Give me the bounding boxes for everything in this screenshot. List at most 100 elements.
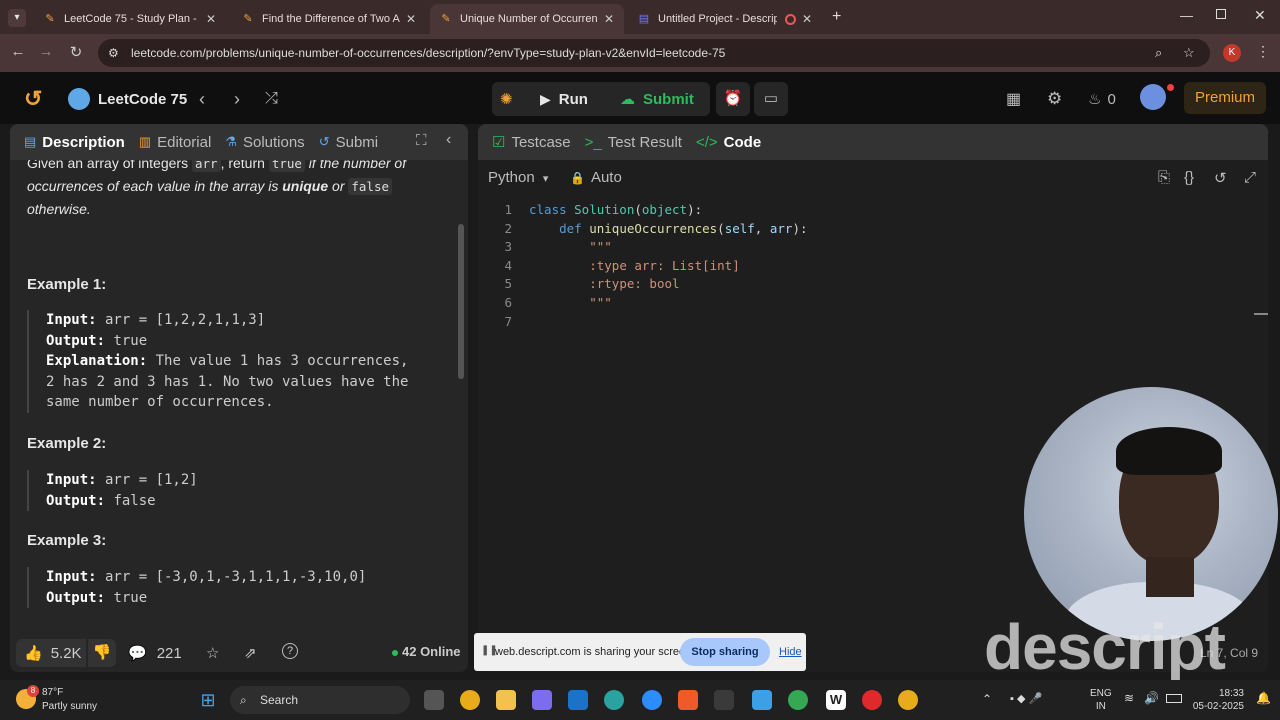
- language-select[interactable]: Python ▾: [488, 169, 548, 186]
- stop-sharing-button[interactable]: Stop sharing: [680, 638, 770, 666]
- bookmark-icon[interactable]: ⎘: [1158, 169, 1170, 186]
- chrome-icon[interactable]: [788, 690, 808, 710]
- back-icon[interactable]: ←: [8, 43, 28, 60]
- word-icon[interactable]: W: [826, 690, 846, 710]
- code-line[interactable]: 6 """: [478, 295, 1258, 314]
- hide-link[interactable]: Hide: [779, 646, 802, 658]
- zoom-icon[interactable]: [642, 690, 662, 710]
- debug-icon[interactable]: ✺: [500, 84, 513, 114]
- browser-tab-active[interactable]: ✎ Unique Number of Occurrences ✕: [430, 4, 624, 34]
- language-indicator[interactable]: ENG IN: [1090, 687, 1112, 713]
- bookmark-star-icon[interactable]: ☆: [1183, 39, 1195, 67]
- expand-icon[interactable]: ⛶: [416, 132, 427, 149]
- chrome-icon[interactable]: [460, 690, 480, 710]
- close-icon[interactable]: ✕: [604, 12, 614, 26]
- example-block: Input: arr = [-3,0,1,-3,1,1,1,-3,10,0] O…: [27, 567, 447, 609]
- tab-code[interactable]: </> Code: [696, 134, 761, 151]
- close-icon[interactable]: ✕: [406, 12, 416, 26]
- study-plan-link[interactable]: LeetCode 75: [68, 84, 187, 114]
- code-line[interactable]: 5 :rtype: bool: [478, 276, 1258, 295]
- close-window-icon[interactable]: ✕: [1254, 7, 1266, 24]
- close-icon[interactable]: ✕: [206, 12, 216, 26]
- user-avatar[interactable]: [1140, 84, 1166, 110]
- settings-gear-icon[interactable]: ⚙: [1047, 84, 1062, 114]
- share-icon[interactable]: ⇗: [244, 644, 257, 662]
- task-view-icon[interactable]: [424, 690, 444, 710]
- temperature: 87°F: [42, 687, 64, 698]
- timer-button[interactable]: ⏰: [716, 82, 750, 116]
- tab-submissions[interactable]: ↺ Submi: [319, 134, 378, 151]
- weather-widget[interactable]: 8 87°F Partly sunny: [16, 685, 126, 715]
- description-scrollbar[interactable]: [458, 224, 464, 379]
- browser-menu-icon[interactable]: ⋮: [1256, 43, 1270, 60]
- browser-tab[interactable]: ▤ Untitled Project - Descript ✕: [628, 4, 822, 34]
- clock[interactable]: 18:33 05-02-2025: [1192, 687, 1244, 713]
- tab-description[interactable]: ▤ Description: [24, 134, 125, 151]
- code-line[interactable]: 1 class Solution(object):: [478, 202, 1258, 221]
- help-icon[interactable]: ?: [282, 643, 298, 659]
- tray-chevron-icon[interactable]: ⌃: [982, 692, 992, 706]
- auto-mode-toggle[interactable]: 🔒 Auto: [570, 169, 622, 186]
- code-line[interactable]: 2 def uniqueOccurrences(self, arr):: [478, 221, 1258, 240]
- example-block: Input: arr = [1,2] Output: false: [27, 470, 447, 512]
- comment-count: 221: [156, 644, 182, 662]
- file-explorer-icon[interactable]: [496, 690, 516, 710]
- next-problem-icon[interactable]: ›: [234, 84, 240, 114]
- wifi-icon[interactable]: ≋: [1124, 691, 1134, 705]
- notepad-icon[interactable]: [752, 690, 772, 710]
- layout-grid-icon[interactable]: ▦: [1006, 84, 1021, 114]
- browser-tab[interactable]: ✎ LeetCode 75 - Study Plan - LeetCode ✕: [34, 4, 226, 34]
- tab-testcase[interactable]: ☑ Testcase: [492, 133, 571, 152]
- taskbar-search[interactable]: ⌕ Search: [230, 686, 410, 714]
- description-line: occurrences of each value in the array i…: [27, 175, 447, 198]
- site-settings-icon[interactable]: ⚙: [108, 39, 119, 67]
- premium-button[interactable]: Premium: [1184, 82, 1266, 114]
- favorite-star-icon[interactable]: ☆: [206, 644, 219, 662]
- zoom-icon[interactable]: ⌕: [1155, 39, 1162, 67]
- shuffle-icon[interactable]: ⤮: [265, 84, 278, 114]
- collapse-chevron-icon[interactable]: ‹: [446, 131, 451, 149]
- maximize-icon[interactable]: [1216, 9, 1226, 19]
- reset-icon[interactable]: ↺: [1214, 169, 1227, 187]
- profile-avatar[interactable]: K: [1223, 44, 1241, 62]
- format-braces-icon[interactable]: {}: [1184, 169, 1194, 186]
- tab-editorial[interactable]: ▥ Editorial: [139, 134, 212, 151]
- submit-button[interactable]: ☁ Submit: [620, 84, 694, 114]
- like-button[interactable]: 👍 5.2K: [16, 639, 86, 667]
- address-bar[interactable]: ⚙ leetcode.com/problems/unique-number-of…: [98, 39, 1210, 67]
- forward-icon[interactable]: →: [36, 43, 56, 60]
- code-line[interactable]: 4 :type arr: List[int]: [478, 258, 1258, 277]
- volume-icon[interactable]: 🔊: [1144, 691, 1159, 705]
- terminal-icon[interactable]: [714, 690, 734, 710]
- new-tab-icon[interactable]: +: [832, 8, 841, 26]
- dislike-button[interactable]: 👎: [88, 639, 116, 667]
- notes-button[interactable]: ▭: [754, 82, 788, 116]
- tab-list-dropdown-icon[interactable]: ▾: [8, 9, 26, 27]
- comments-button[interactable]: 💬 221: [128, 644, 182, 663]
- prev-problem-icon[interactable]: ‹: [199, 84, 205, 114]
- code-line[interactable]: 7: [478, 314, 1258, 333]
- fullscreen-icon[interactable]: ⤢: [1244, 169, 1256, 186]
- brave-icon[interactable]: [678, 690, 698, 710]
- tab-test-result[interactable]: >_ Test Result: [585, 134, 682, 151]
- notification-bell-icon[interactable]: 🔔: [1256, 691, 1271, 705]
- streak-counter[interactable]: ♨ 0: [1088, 84, 1116, 114]
- close-icon[interactable]: ✕: [802, 12, 812, 26]
- edge-icon[interactable]: [604, 690, 624, 710]
- reload-icon[interactable]: ↻: [66, 43, 86, 61]
- line-number: 6: [504, 295, 512, 310]
- battery-icon[interactable]: [1166, 694, 1182, 703]
- label: Output:: [46, 332, 106, 349]
- copilot-icon[interactable]: [532, 690, 552, 710]
- run-button[interactable]: ▶ Run: [540, 84, 588, 114]
- chrome-profile-icon[interactable]: [898, 690, 918, 710]
- like-count: 5.2K: [50, 644, 82, 662]
- minimize-icon[interactable]: —: [1180, 8, 1193, 23]
- code-line[interactable]: 3 """: [478, 239, 1258, 258]
- browser-tab[interactable]: ✎ Find the Difference of Two Arrays ✕: [232, 4, 426, 34]
- leetcode-logo-icon[interactable]: ↺: [24, 86, 42, 112]
- opera-icon[interactable]: [862, 690, 882, 710]
- windows-start-icon[interactable]: ⊞: [198, 690, 218, 710]
- tab-solutions[interactable]: ⚗ Solutions: [225, 134, 304, 151]
- outlook-icon[interactable]: [568, 690, 588, 710]
